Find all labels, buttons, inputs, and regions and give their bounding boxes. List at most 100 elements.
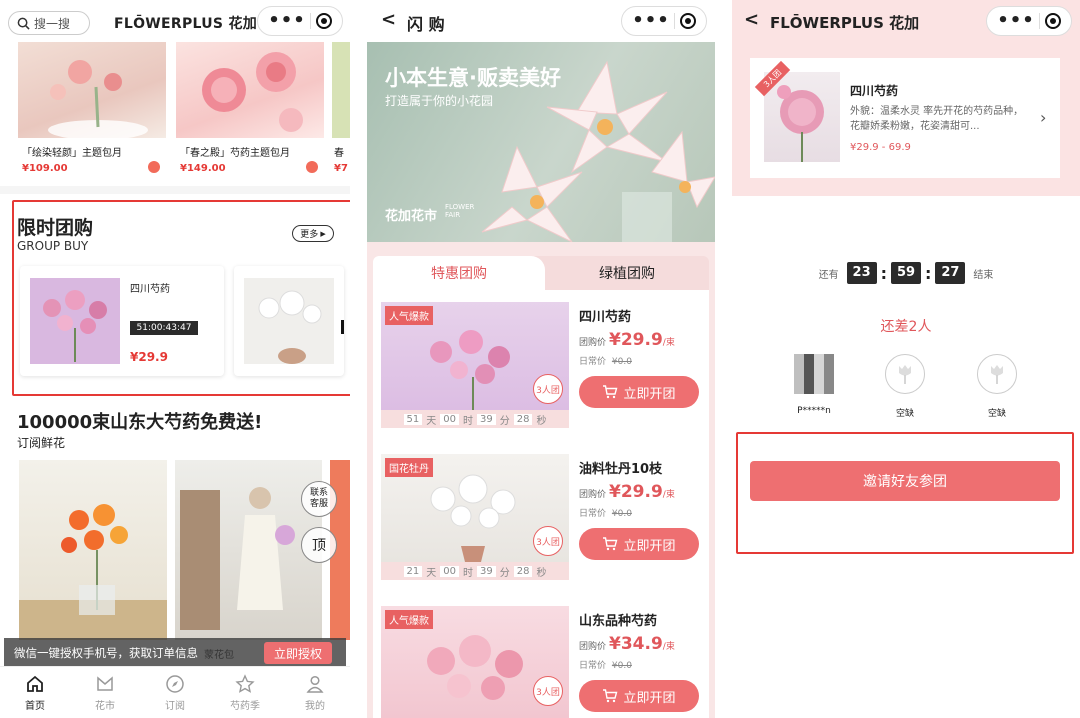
cd-seconds: 28 bbox=[513, 413, 533, 425]
tulip-icon bbox=[991, 365, 1003, 384]
tab-label: 芍药季 bbox=[230, 700, 260, 712]
cart-icon bbox=[603, 689, 618, 703]
more-icon[interactable]: ••• bbox=[997, 12, 1035, 30]
flash-sale-screen: < 闪 购 ••• 小本生意·贩卖美好 打造属于你的小花园 花加花市 FLOWE… bbox=[367, 0, 715, 718]
deal-image: 人气爆款 3人团 bbox=[381, 606, 569, 718]
member-name: 空缺 bbox=[987, 409, 1006, 419]
product-card[interactable]: 春 ¥7 bbox=[332, 42, 350, 178]
tab-subscribe[interactable]: 订阅 bbox=[145, 674, 205, 712]
close-target-icon[interactable] bbox=[315, 13, 332, 29]
price-unit: /束 bbox=[662, 642, 675, 652]
start-group-button[interactable]: 立即开团 bbox=[579, 680, 699, 712]
deal-countdown: 21 天 00 时 39 分 28 秒 bbox=[381, 562, 569, 580]
cart-icon[interactable] bbox=[148, 161, 160, 173]
group-price-row: 团购价 ¥29.9 /束 bbox=[579, 482, 675, 502]
group-price-label: 团购价 bbox=[579, 642, 607, 652]
more-icon[interactable]: ••• bbox=[268, 12, 306, 30]
tab-mine[interactable]: 我的 bbox=[285, 674, 345, 712]
countdown-hours: 23 bbox=[846, 262, 877, 284]
cd-minutes: 39 bbox=[477, 413, 496, 425]
deal-item[interactable]: 国花牡丹 3人团 21 天 00 时 39 分 28 秒 油料牡丹10枝 团购价 ¥29… bbox=[381, 454, 703, 580]
tab-label: 花市 bbox=[95, 700, 115, 712]
promo-image[interactable] bbox=[19, 460, 167, 640]
promo-image[interactable] bbox=[175, 460, 322, 640]
cd-label: 分 bbox=[499, 415, 510, 427]
app-title: FLŌWERPLUS 花加 bbox=[114, 16, 258, 32]
cd-label: 时 bbox=[463, 415, 473, 427]
price-range: ¥29.9 - 69.9 bbox=[850, 142, 911, 153]
search-icon bbox=[17, 17, 30, 30]
deal-name: 油料牡丹10枝 bbox=[579, 462, 663, 477]
tab-label: 订阅 bbox=[165, 700, 185, 712]
group-status: 还差2人 bbox=[880, 319, 932, 335]
cd-hours: 00 bbox=[440, 565, 459, 577]
cart-icon bbox=[603, 385, 618, 399]
deal-name: 山东品种芍药 bbox=[579, 614, 658, 629]
cart-icon[interactable] bbox=[306, 161, 318, 173]
daily-price-row: 日常价 ¥0.0 bbox=[579, 658, 632, 671]
star-icon bbox=[235, 673, 255, 693]
home-navbar: 搜一搜 FLŌWERPLUS 花加 ••• bbox=[0, 0, 350, 42]
search-box[interactable]: 搜一搜 bbox=[8, 11, 90, 35]
tab-label: 绿植团购 bbox=[599, 266, 655, 282]
tulip-icon bbox=[899, 365, 911, 384]
tab-green-group[interactable]: 绿植团购 bbox=[545, 256, 709, 290]
deal-item[interactable]: 人气爆款 3人团 山东品种芍药 团购价 ¥34.9 /束 日常价 ¥0.0 立即… bbox=[381, 606, 703, 718]
product-card[interactable]: 「绘染轻颜」主题包月 ¥109.00 bbox=[18, 42, 166, 178]
home-icon bbox=[27, 675, 43, 692]
auth-text: 微信一键授权手机号，获取订单信息 bbox=[14, 646, 198, 660]
daily-price-label: 日常价 bbox=[579, 357, 607, 367]
tab-market[interactable]: 花市 bbox=[75, 674, 135, 712]
close-target-icon[interactable] bbox=[1044, 13, 1061, 29]
authorize-button[interactable]: 立即授权 bbox=[264, 642, 332, 664]
more-icon[interactable]: ••• bbox=[632, 12, 670, 30]
cd-label: 秒 bbox=[536, 415, 547, 427]
start-group-button[interactable]: 立即开团 bbox=[579, 376, 699, 408]
start-group-button[interactable]: 立即开团 bbox=[579, 528, 699, 560]
daily-price: ¥0.0 bbox=[611, 509, 632, 519]
member-name: 空缺 bbox=[895, 409, 914, 419]
product-image bbox=[764, 72, 840, 162]
compass-icon bbox=[166, 674, 184, 693]
group-size-badge: 3人团 bbox=[533, 676, 563, 706]
deal-tabs: 特惠团购 绿植团购 bbox=[373, 256, 709, 290]
price-unit: /束 bbox=[662, 490, 675, 500]
tab-special-group[interactable]: 特惠团购 bbox=[373, 256, 545, 290]
user-icon bbox=[306, 675, 324, 693]
tab-peony-season[interactable]: 芍药季 bbox=[215, 673, 275, 712]
empty-slot-avatar bbox=[977, 354, 1017, 394]
group-price: ¥29.9 bbox=[609, 330, 663, 350]
countdown-seconds: 27 bbox=[935, 262, 966, 284]
back-to-top-button[interactable]: 顶 bbox=[301, 527, 337, 563]
bottom-tabbar: 首页 花市 订阅 芍药季 我的 bbox=[0, 666, 350, 718]
member-name: P*****n bbox=[797, 406, 831, 416]
group-price-row: 团购价 ¥29.9 /束 bbox=[579, 330, 675, 350]
banner[interactable]: 小本生意·贩卖美好 打造属于你的小花园 花加花市 FLOWER FAIR bbox=[367, 42, 715, 242]
back-arrow-icon[interactable]: < bbox=[381, 9, 396, 30]
group-price-row: 团购价 ¥34.9 /束 bbox=[579, 634, 675, 654]
contact-service-button[interactable]: 联系 客服 bbox=[301, 481, 337, 517]
close-target-icon[interactable] bbox=[679, 13, 696, 29]
back-arrow-icon[interactable]: < bbox=[744, 9, 759, 30]
member-slot: 空缺 bbox=[965, 354, 1029, 419]
cd-days: 51 bbox=[403, 413, 423, 425]
daily-price-label: 日常价 bbox=[579, 509, 607, 519]
cd-hours: 00 bbox=[440, 413, 459, 425]
group-price-label: 团购价 bbox=[579, 338, 607, 348]
deal-countdown: 51 天 00 时 39 分 28 秒 bbox=[381, 410, 569, 428]
daily-price-row: 日常价 ¥0.0 bbox=[579, 506, 632, 519]
cd-label: 时 bbox=[463, 567, 473, 579]
banner-title: 小本生意·贩卖美好 bbox=[385, 66, 561, 90]
deal-image: 国花牡丹 3人团 bbox=[381, 454, 569, 562]
cd-label: 天 bbox=[426, 415, 437, 427]
search-placeholder: 搜一搜 bbox=[34, 16, 71, 31]
promo-subtitle: 订阅鲜花 bbox=[17, 436, 66, 450]
product-summary-card[interactable]: 3人团 四川芍药 外貌：温柔水灵 率先开花的芍药品种，花瓣娇柔粉嫩，花姿清甜可.… bbox=[750, 58, 1060, 178]
tab-home[interactable]: 首页 bbox=[5, 674, 65, 712]
deal-item[interactable]: 人气爆款 3人团 51 天 00 时 39 分 28 秒 四川芍药 团购价 ¥29.9 … bbox=[381, 302, 703, 428]
product-card[interactable]: 「春之殿」芍药主题包月 ¥149.00 bbox=[176, 42, 324, 178]
start-group-label: 立即开团 bbox=[623, 538, 676, 554]
cd-seconds: 28 bbox=[513, 565, 533, 577]
cd-minutes: 39 bbox=[477, 565, 496, 577]
start-group-label: 立即开团 bbox=[623, 386, 676, 402]
